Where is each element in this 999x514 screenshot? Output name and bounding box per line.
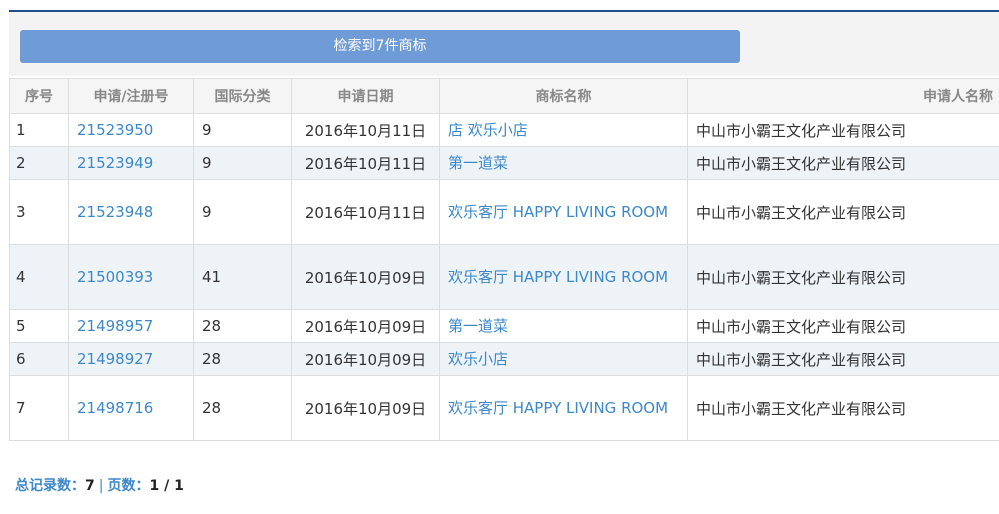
row-index: 4: [9, 244, 69, 310]
trademark-name-link[interactable]: 欢乐客厅 HAPPY LIVING ROOM: [448, 399, 668, 417]
pages-value: 1 / 1: [149, 478, 184, 494]
row-date: 2016年10月09日: [291, 244, 440, 310]
header-date: 申请日期: [291, 78, 440, 114]
reg-no-link[interactable]: 21523950: [77, 121, 153, 139]
row-date: 2016年10月09日: [291, 342, 440, 376]
table-row: 1 21523950 9 2016年10月11日 店 欢乐小店 中山市小霸王文化…: [9, 113, 999, 147]
row-applicant: 中山市小霸王文化产业有限公司: [687, 244, 999, 310]
trademark-results-table: 序号 申请/注册号 国际分类 申请日期 商标名称 申请人名称 1 2152395…: [9, 78, 999, 441]
row-date: 2016年10月11日: [291, 146, 440, 180]
total-records-label: 总记录数：: [15, 478, 85, 494]
header-reg-no: 申请/注册号: [68, 78, 194, 114]
header-applicant: 申请人名称: [687, 78, 999, 114]
row-class: 41: [193, 244, 292, 310]
table-header-row: 序号 申请/注册号 国际分类 申请日期 商标名称 申请人名称: [9, 78, 999, 114]
table-row: 3 21523948 9 2016年10月11日 欢乐客厅 HAPPY LIVI…: [9, 179, 999, 245]
reg-no-link[interactable]: 21523948: [77, 203, 153, 221]
row-date: 2016年10月11日: [291, 179, 440, 245]
row-date: 2016年10月11日: [291, 113, 440, 147]
row-applicant: 中山市小霸王文化产业有限公司: [687, 309, 999, 343]
trademark-name-link[interactable]: 第一道菜: [448, 317, 508, 335]
pages-label: 页数：: [107, 478, 150, 494]
row-class: 28: [193, 375, 292, 441]
row-index: 6: [9, 342, 69, 376]
row-class: 9: [193, 146, 292, 180]
row-index: 7: [9, 375, 69, 441]
table-row: 5 21498957 28 2016年10月09日 第一道菜 中山市小霸王文化产…: [9, 309, 999, 343]
table-row: 7 21498716 28 2016年10月09日 欢乐客厅 HAPPY LIV…: [9, 375, 999, 441]
table-row: 4 21500393 41 2016年10月09日 欢乐客厅 HAPPY LIV…: [9, 244, 999, 310]
trademark-name-link[interactable]: 欢乐客厅 HAPPY LIVING ROOM: [448, 203, 668, 221]
reg-no-link[interactable]: 21523949: [77, 154, 153, 172]
row-applicant: 中山市小霸王文化产业有限公司: [687, 146, 999, 180]
header-index: 序号: [9, 78, 69, 114]
row-index: 2: [9, 146, 69, 180]
reg-no-link[interactable]: 21498957: [77, 317, 153, 335]
table-row: 6 21498927 28 2016年10月09日 欢乐小店 中山市小霸王文化产…: [9, 342, 999, 376]
reg-no-link[interactable]: 21498716: [77, 399, 153, 417]
row-index: 1: [9, 113, 69, 147]
row-class: 28: [193, 309, 292, 343]
row-date: 2016年10月09日: [291, 375, 440, 441]
row-date: 2016年10月09日: [291, 309, 440, 343]
header-class: 国际分类: [193, 78, 292, 114]
row-applicant: 中山市小霸王文化产业有限公司: [687, 375, 999, 441]
row-index: 5: [9, 309, 69, 343]
pagination-summary: 总记录数：7 | 页数：1 / 1: [15, 475, 184, 495]
table-row: 2 21523949 9 2016年10月11日 第一道菜 中山市小霸王文化产业…: [9, 146, 999, 180]
row-index: 3: [9, 179, 69, 245]
result-count-bar[interactable]: 检索到7件商标: [20, 30, 740, 63]
total-records-value: 7: [85, 478, 95, 494]
row-class: 28: [193, 342, 292, 376]
trademark-name-link[interactable]: 第一道菜: [448, 154, 508, 172]
row-applicant: 中山市小霸王文化产业有限公司: [687, 113, 999, 147]
row-applicant: 中山市小霸王文化产业有限公司: [687, 342, 999, 376]
reg-no-link[interactable]: 21498927: [77, 350, 153, 368]
reg-no-link[interactable]: 21500393: [77, 268, 153, 286]
row-class: 9: [193, 113, 292, 147]
trademark-name-link[interactable]: 欢乐小店: [448, 350, 508, 368]
row-applicant: 中山市小霸王文化产业有限公司: [687, 179, 999, 245]
trademark-name-link[interactable]: 欢乐客厅 HAPPY LIVING ROOM: [448, 268, 668, 286]
trademark-name-link[interactable]: 店 欢乐小店: [448, 121, 528, 139]
footer-separator: |: [98, 478, 104, 494]
header-trademark-name: 商标名称: [439, 78, 688, 114]
row-class: 9: [193, 179, 292, 245]
